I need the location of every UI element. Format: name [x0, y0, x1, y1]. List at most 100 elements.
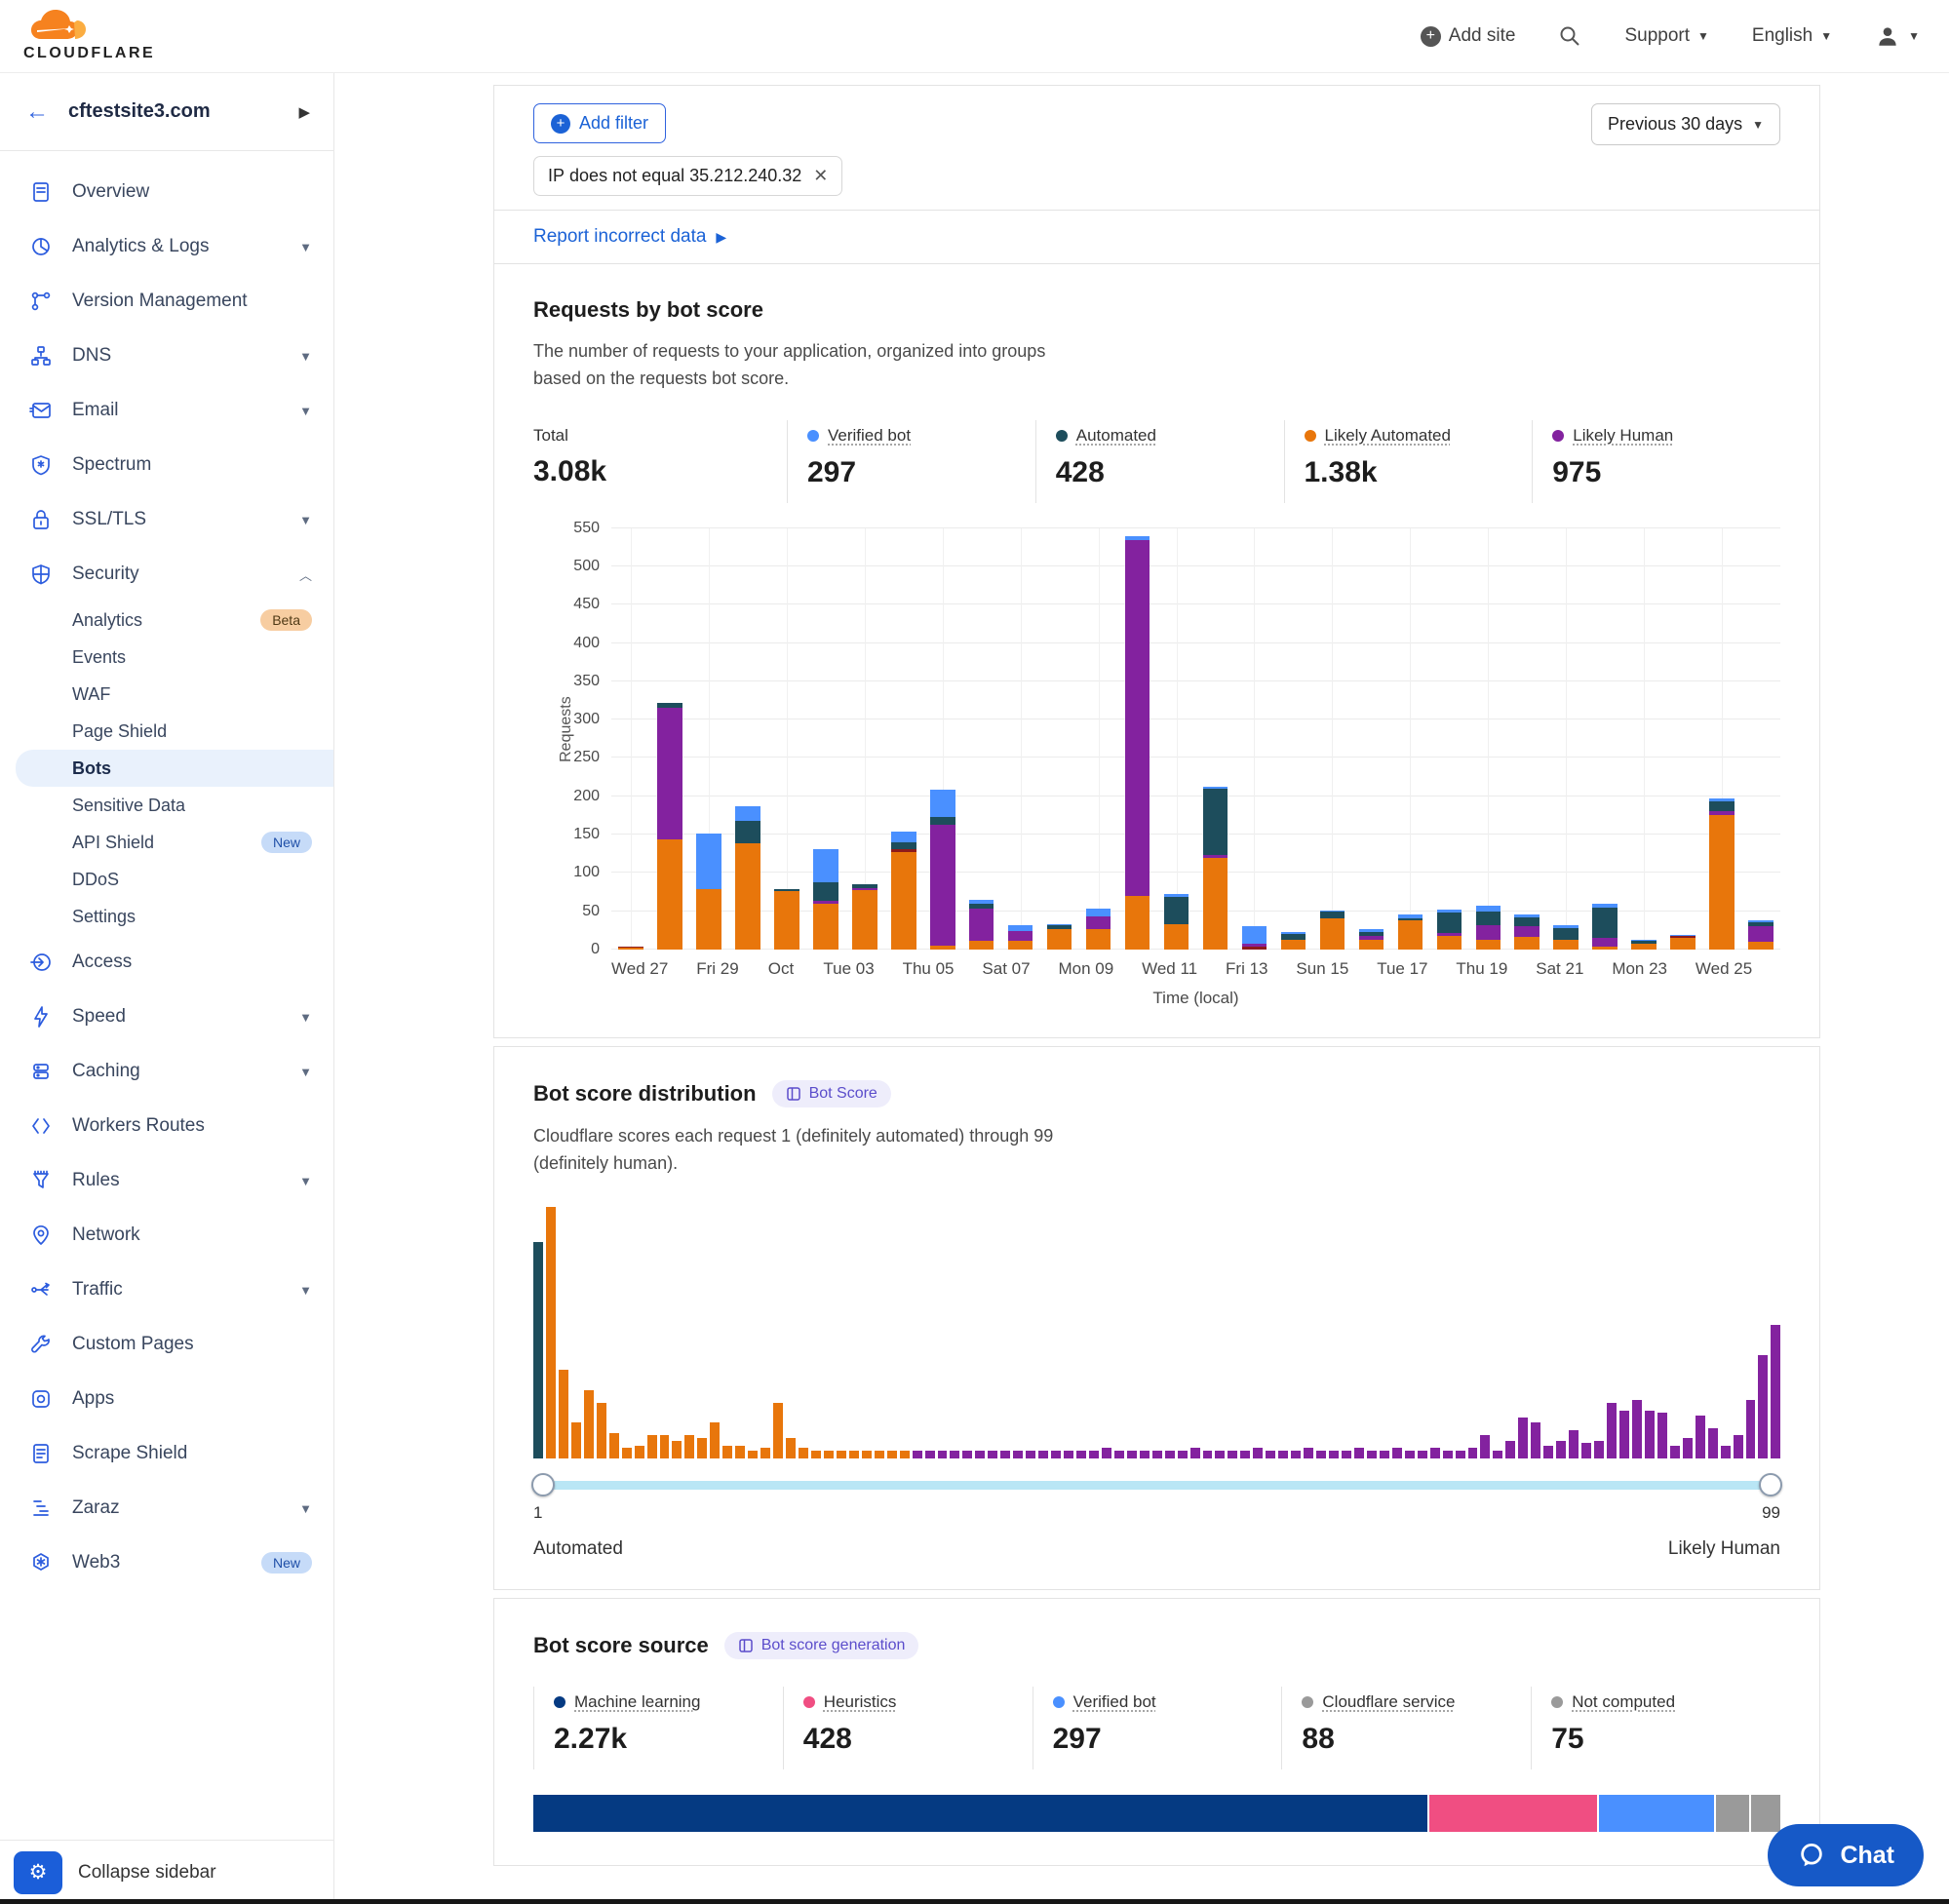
requests-bar-thu-05[interactable]: [923, 528, 962, 950]
sidebar-item-scrape-shield[interactable]: Scrape Shield: [0, 1426, 333, 1481]
cloudflare-logo[interactable]: CLOUDFLARE: [23, 10, 155, 62]
requests-bar-wed-27[interactable]: [611, 528, 650, 950]
score-bar-85[interactable]: [1594, 1441, 1604, 1458]
score-bar-75[interactable]: [1468, 1448, 1478, 1457]
score-bar-64[interactable]: [1329, 1451, 1339, 1458]
score-bar-48[interactable]: [1127, 1451, 1137, 1458]
sidebar-item-page-shield[interactable]: Page Shield: [0, 713, 333, 750]
requests-bar-mon-23[interactable]: [1624, 528, 1663, 950]
score-bar-73[interactable]: [1443, 1451, 1453, 1458]
sidebar-item-custom-pages[interactable]: Custom Pages: [0, 1317, 333, 1372]
score-bar-7[interactable]: [609, 1433, 619, 1458]
requests-bar-tue-10[interactable]: [1118, 528, 1157, 950]
sidebar-item-caching[interactable]: Caching▼: [0, 1044, 333, 1099]
score-bar-1[interactable]: [533, 1242, 543, 1458]
requests-bar-thu-19[interactable]: [1468, 528, 1507, 950]
sidebar-item-settings[interactable]: Settings: [0, 898, 333, 935]
add-filter-button[interactable]: + Add filter: [533, 103, 666, 143]
score-bar-68[interactable]: [1380, 1451, 1389, 1458]
chat-button[interactable]: Chat: [1768, 1824, 1924, 1886]
requests-bar-sun-22[interactable]: [1585, 528, 1624, 950]
sidebar-item-network[interactable]: Network: [0, 1208, 333, 1263]
score-bar-49[interactable]: [1140, 1451, 1150, 1458]
requests-bar-thu-28[interactable]: [650, 528, 689, 950]
sidebar-item-rules[interactable]: Rules▼: [0, 1153, 333, 1208]
sidebar-item-dns[interactable]: DNS▼: [0, 329, 333, 383]
sidebar-item-zaraz[interactable]: Zaraz▼: [0, 1481, 333, 1535]
score-bar-93[interactable]: [1696, 1416, 1705, 1458]
sidebar-item-waf[interactable]: WAF: [0, 676, 333, 713]
requests-bar-sun-15[interactable]: [1312, 528, 1351, 950]
requests-bar-tue-24[interactable]: [1663, 528, 1702, 950]
sidebar-item-security[interactable]: Security︿: [0, 547, 333, 602]
score-bar-29[interactable]: [887, 1451, 897, 1458]
requests-plot-area[interactable]: [611, 528, 1780, 950]
support-menu[interactable]: Support ▼: [1624, 25, 1708, 47]
score-bar-18[interactable]: [748, 1451, 758, 1458]
score-bar-37[interactable]: [988, 1451, 997, 1458]
score-bar-32[interactable]: [925, 1451, 935, 1458]
score-bar-53[interactable]: [1190, 1448, 1200, 1457]
score-bar-52[interactable]: [1178, 1451, 1188, 1458]
score-bar-80[interactable]: [1531, 1422, 1540, 1457]
score-bar-20[interactable]: [773, 1403, 783, 1458]
requests-bar-fri-06[interactable]: [962, 528, 1001, 950]
score-bar-96[interactable]: [1734, 1435, 1743, 1457]
sidebar-item-analytics-logs[interactable]: Analytics & Logs▼: [0, 219, 333, 274]
score-bar-46[interactable]: [1102, 1448, 1111, 1457]
score-bar-19[interactable]: [760, 1448, 770, 1457]
requests-bar-thu-12[interactable]: [1196, 528, 1235, 950]
close-icon[interactable]: ✕: [813, 166, 828, 186]
score-bar-90[interactable]: [1657, 1413, 1667, 1457]
score-bar-50[interactable]: [1152, 1451, 1162, 1458]
requests-bar-mon-16[interactable]: [1351, 528, 1390, 950]
sidebar-item-web3[interactable]: Web3New: [0, 1535, 333, 1590]
score-bar-35[interactable]: [962, 1451, 972, 1458]
score-bar-66[interactable]: [1354, 1448, 1364, 1457]
sidebar-item-ddos[interactable]: DDoS: [0, 861, 333, 898]
score-bar-28[interactable]: [875, 1451, 884, 1458]
requests-bar-fri-29[interactable]: [689, 528, 728, 950]
slider-handle-min[interactable]: [531, 1473, 555, 1496]
score-bar-5[interactable]: [584, 1390, 594, 1458]
score-bar-12[interactable]: [672, 1441, 682, 1458]
sidebar-item-events[interactable]: Events: [0, 639, 333, 676]
requests-bar-wed-18[interactable]: [1429, 528, 1468, 950]
bot-score-tag[interactable]: Bot Score: [772, 1080, 891, 1107]
account-menu[interactable]: ▼: [1875, 23, 1920, 49]
score-bar-74[interactable]: [1456, 1451, 1465, 1458]
score-bar-31[interactable]: [913, 1451, 922, 1458]
score-bar-87[interactable]: [1619, 1411, 1629, 1458]
sidebar-item-overview[interactable]: Overview: [0, 165, 333, 219]
score-bar-41[interactable]: [1038, 1451, 1048, 1458]
score-bar-62[interactable]: [1304, 1448, 1313, 1457]
score-bar-63[interactable]: [1316, 1451, 1326, 1458]
requests-bar-sat-21[interactable]: [1546, 528, 1585, 950]
score-bar-3[interactable]: [559, 1370, 568, 1457]
score-bar-26[interactable]: [849, 1451, 859, 1458]
requests-bar-mon-09[interactable]: [1079, 528, 1118, 950]
score-bar-57[interactable]: [1240, 1451, 1250, 1458]
requests-bar-sat-07[interactable]: [1001, 528, 1040, 950]
score-bar-79[interactable]: [1518, 1418, 1528, 1457]
score-bar-13[interactable]: [684, 1435, 694, 1457]
score-bar-71[interactable]: [1418, 1451, 1427, 1458]
settings-gear-button[interactable]: ⚙: [14, 1851, 62, 1894]
sidebar-item-traffic[interactable]: Traffic▼: [0, 1263, 333, 1317]
score-bar-89[interactable]: [1645, 1411, 1655, 1458]
score-bar-30[interactable]: [900, 1451, 910, 1458]
score-bar-47[interactable]: [1114, 1451, 1124, 1458]
score-bar-44[interactable]: [1076, 1451, 1086, 1458]
score-bar-21[interactable]: [786, 1438, 796, 1458]
chevron-right-icon[interactable]: ▶: [298, 103, 310, 121]
score-bar-76[interactable]: [1480, 1435, 1490, 1457]
requests-bar-fri-20[interactable]: [1507, 528, 1546, 950]
score-bar-17[interactable]: [735, 1446, 745, 1458]
requests-bar-thu-26[interactable]: [1741, 528, 1780, 950]
score-bar-56[interactable]: [1228, 1451, 1237, 1458]
sidebar-item-ssl-tls[interactable]: SSL/TLS▼: [0, 492, 333, 547]
score-bar-92[interactable]: [1683, 1438, 1693, 1458]
score-bar-72[interactable]: [1430, 1448, 1440, 1457]
requests-bar-tue-17[interactable]: [1390, 528, 1429, 950]
time-range-dropdown[interactable]: Previous 30 days ▼: [1591, 103, 1780, 145]
